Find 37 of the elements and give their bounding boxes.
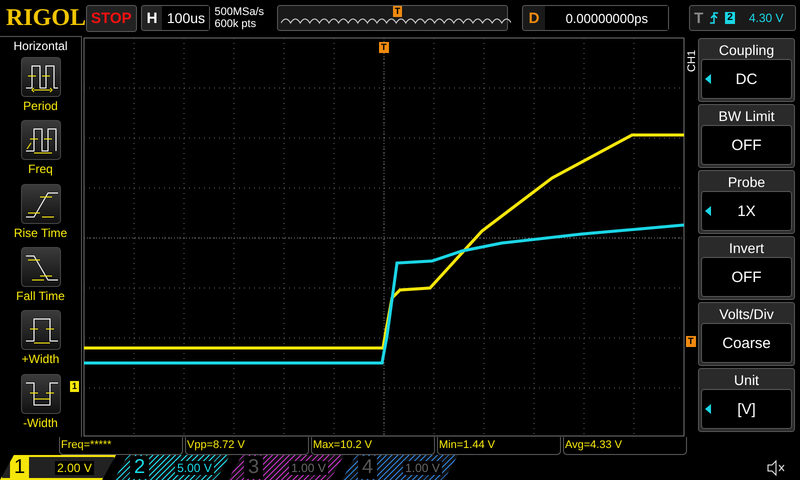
channel-tab[interactable]: 3 1.00 V <box>228 455 344 480</box>
menu-option[interactable]: Unit [V] <box>698 368 795 432</box>
sample-rate: 500MSa/s <box>214 6 266 18</box>
delay-control[interactable]: D 0.00000000ps <box>522 5 670 31</box>
mute-icon <box>766 460 786 476</box>
rising-edge-icon <box>709 11 720 25</box>
trigger-level-marker: T <box>686 336 696 347</box>
memory-depth: 600k pts <box>214 18 258 30</box>
measure-label: +Width <box>22 352 60 366</box>
measure-label: Fall Time <box>16 288 65 303</box>
menu-option[interactable]: BW Limit OFF <box>698 104 795 168</box>
trigger-position-marker: T <box>379 42 388 53</box>
measure-label: Freq <box>28 162 53 176</box>
channel-tab[interactable]: 4 1.00 V <box>342 455 458 480</box>
measure-label: -Width <box>23 416 58 430</box>
measure-button[interactable] <box>20 120 60 160</box>
run-state-button[interactable]: STOP <box>86 4 137 32</box>
measure-label: Period <box>23 99 58 113</box>
measure-label: Rise Time <box>14 226 68 240</box>
channel-offset-marker: 1 <box>70 381 80 392</box>
channel-tab[interactable]: 1 2.00 V <box>0 455 116 480</box>
measure-button[interactable] <box>20 246 60 287</box>
timebase-control[interactable]: H 100us <box>140 5 210 31</box>
measure-button[interactable] <box>20 310 60 350</box>
measure-button[interactable] <box>20 374 60 414</box>
measurement-readout: Avg=4.33 V <box>563 437 687 455</box>
trigger-position-marker: T <box>392 6 402 17</box>
menu-option[interactable]: Coupling DC <box>698 38 795 102</box>
menu-option[interactable]: Probe 1X <box>698 170 795 234</box>
menu-title: Horizontal <box>13 38 68 55</box>
menu-option[interactable]: Invert OFF <box>698 236 795 300</box>
measure-button[interactable] <box>20 57 60 97</box>
trigger-control[interactable]: T 2 4.30 V <box>689 5 796 31</box>
channel-label: CH1 <box>686 48 698 72</box>
menu-option[interactable]: Volts/Div Coarse <box>698 302 795 366</box>
channel-tab[interactable]: 2 5.00 V <box>114 455 230 480</box>
measure-button[interactable] <box>20 184 60 224</box>
